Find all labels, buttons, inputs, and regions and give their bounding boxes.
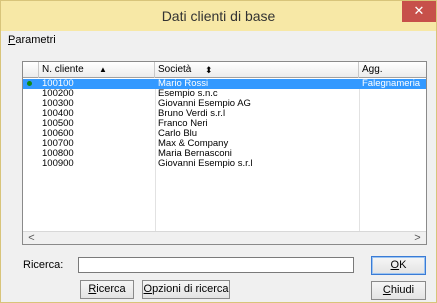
cell-numero: 100300 [42, 99, 74, 109]
cell-societa: Giovanni Esempio s.r.l [158, 159, 253, 169]
cell-societa: Mario Rossi [158, 79, 209, 89]
header-indicator-cell [23, 62, 39, 78]
cell-societa: Esempio s.n.c [158, 89, 218, 99]
cell-societa: Franco Neri [158, 119, 208, 129]
cell-numero: 100800 [42, 149, 74, 159]
column-header-societa[interactable]: Società ⬍ [155, 62, 359, 78]
search-label: Ricerca: [23, 259, 64, 271]
cell-agg: Falegnameria [362, 79, 421, 89]
cell-numero: 100500 [42, 119, 74, 129]
cell-numero: 100900 [42, 159, 74, 169]
scroll-right-icon[interactable]: > [411, 232, 424, 244]
cell-numero: 100100 [42, 79, 74, 89]
cell-numero: 100600 [42, 129, 74, 139]
dialog-window: Dati clienti di base ✕ Parametri N. clie… [0, 0, 437, 303]
menu-parametri[interactable]: Parametri [8, 34, 56, 46]
current-row-icon [27, 81, 32, 86]
table-row[interactable]: 100600 Carlo Blu [23, 129, 426, 139]
row-indicator [23, 159, 39, 169]
row-indicator [23, 119, 39, 129]
row-indicator [23, 129, 39, 139]
search-input[interactable] [78, 257, 354, 273]
ok-button[interactable]: OK [371, 256, 426, 275]
cell-societa: Bruno Verdi s.r.l [158, 109, 226, 119]
row-indicator [23, 99, 39, 109]
row-indicator [23, 139, 39, 149]
ricerca-button[interactable]: Ricerca [80, 280, 134, 299]
clients-grid[interactable]: N. cliente ▲ Società ⬍ Agg. 100100 Mario … [22, 61, 427, 245]
opzioni-ricerca-button[interactable]: Opzioni di ricerca [142, 280, 230, 299]
row-indicator [23, 109, 39, 119]
table-row[interactable]: 100800 Maria Bernasconi [23, 149, 426, 159]
cell-societa: Carlo Blu [158, 129, 198, 139]
table-row[interactable]: 100400 Bruno Verdi s.r.l [23, 109, 426, 119]
cell-societa: Max & Company [158, 139, 229, 149]
table-row[interactable]: 100900 Giovanni Esempio s.r.l [23, 159, 426, 169]
table-row[interactable]: 100200 Esempio s.n.c [23, 89, 426, 99]
window-title: Dati clienti di base [161, 8, 276, 24]
row-indicator [23, 149, 39, 159]
row-indicator [23, 79, 39, 89]
close-button[interactable]: ✕ [402, 1, 436, 22]
column-header-numero[interactable]: N. cliente ▲ [39, 62, 155, 78]
row-indicator [23, 89, 39, 99]
grid-rows: 100100 Mario Rossi Falegnameria 100200 Esemp… [23, 79, 426, 169]
scroll-left-icon[interactable]: < [25, 232, 38, 244]
column-header-agg[interactable]: Agg. [359, 62, 428, 78]
menu-bar: Parametri [1, 31, 436, 50]
close-icon: ✕ [413, 3, 425, 18]
grid-header: N. cliente ▲ Società ⬍ Agg. [23, 62, 426, 78]
sort-toggle-icon: ⬍ [205, 65, 213, 75]
cell-numero: 100400 [42, 109, 74, 119]
sort-ascending-icon: ▲ [99, 65, 107, 74]
cell-numero: 100700 [42, 139, 74, 149]
cell-societa: Giovanni Esempio AG [158, 99, 251, 109]
table-row[interactable]: 100500 Franco Neri [23, 119, 426, 129]
table-row[interactable]: 100300 Giovanni Esempio AG [23, 99, 426, 109]
cell-numero: 100200 [42, 89, 74, 99]
title-bar[interactable]: Dati clienti di base ✕ [1, 1, 436, 31]
table-row[interactable]: 100700 Max & Company [23, 139, 426, 149]
chiudi-button[interactable]: Chiudi [371, 281, 426, 300]
horizontal-scrollbar[interactable]: < > [23, 231, 426, 244]
table-row[interactable]: 100100 Mario Rossi Falegnameria [23, 79, 426, 89]
cell-societa: Maria Bernasconi [158, 149, 232, 159]
